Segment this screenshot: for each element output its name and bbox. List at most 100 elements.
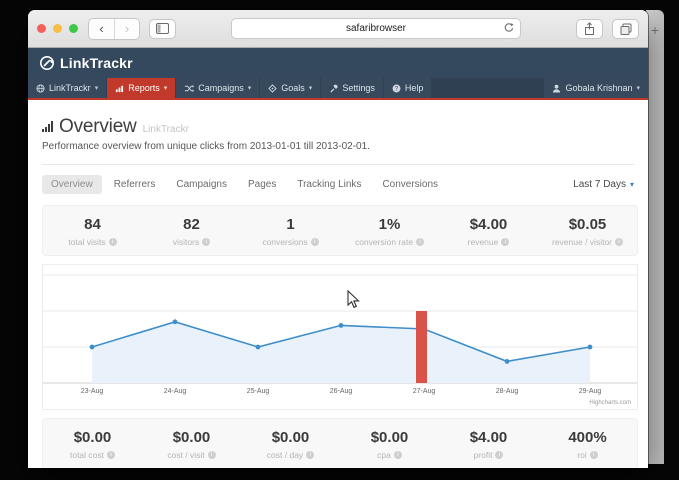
stat-label: conversion rate	[355, 237, 413, 247]
reload-icon	[503, 22, 515, 34]
stat-label: cost / visit	[167, 450, 204, 460]
user-name: Gobala Krishnan	[565, 83, 632, 93]
stats-panel-top: 84 total visitsi 82 visitorsi 1 conversi…	[42, 205, 638, 256]
nav-item-goals[interactable]: Goals ▾	[260, 78, 320, 98]
background-window-edge: +	[646, 10, 664, 464]
stat-value: 1	[241, 215, 340, 234]
page-subtitle: Performance overview from unique clicks …	[42, 141, 634, 152]
info-icon[interactable]: i	[306, 451, 314, 459]
nav-label: Settings	[342, 83, 375, 93]
reload-button[interactable]	[503, 22, 515, 37]
linktrackr-logo-icon[interactable]	[39, 55, 55, 71]
stat-conversions: 1 conversionsi	[241, 215, 340, 247]
data-point	[505, 359, 510, 364]
visits-chart[interactable]: 23-Aug24-Aug25-Aug26-Aug27-Aug28-Aug29-A…	[42, 264, 638, 410]
page-heading: Overview LinkTrackr Performance overview…	[28, 100, 648, 165]
globe-icon	[36, 84, 45, 93]
screenshot-stage: + ‹ › safaribrowser	[0, 0, 679, 480]
help-icon: ?	[392, 84, 401, 93]
window-controls	[37, 24, 78, 33]
info-icon[interactable]: i	[311, 238, 319, 246]
stats-panel-bottom: $0.00 total costi $0.00 cost / visiti $0…	[42, 418, 638, 468]
address-bar[interactable]: safaribrowser	[231, 18, 521, 39]
nav-item-campaigns[interactable]: Campaigns ▾	[176, 78, 259, 98]
info-icon[interactable]: i	[615, 238, 623, 246]
stat-cost-visit: $0.00 cost / visit i	[142, 428, 241, 460]
info-icon[interactable]: i	[394, 451, 402, 459]
nav-item-reports[interactable]: Reports ▾	[107, 78, 175, 98]
nav-item-settings[interactable]: Settings	[321, 78, 383, 98]
stat-label: total visits	[68, 237, 105, 247]
x-axis-label: 28-Aug	[496, 388, 519, 395]
info-icon[interactable]: i	[109, 238, 117, 246]
info-icon[interactable]: i	[416, 238, 424, 246]
stat-label: total cost	[70, 450, 104, 460]
stat-value: $0.00	[340, 428, 439, 447]
x-axis-label: 27-Aug	[413, 388, 436, 395]
area-fill	[92, 322, 590, 383]
sidebar-toggle-button[interactable]	[149, 19, 176, 39]
x-axis-label: 24-Aug	[164, 388, 187, 395]
stat-total-visits: 84 total visitsi	[43, 215, 142, 247]
caret-down-icon: ▾	[630, 180, 634, 189]
bar-chart-icon	[115, 84, 124, 93]
logo-text[interactable]: LinkTrackr	[60, 55, 133, 71]
stat-visitors: 82 visitorsi	[142, 215, 241, 247]
minimize-window-button[interactable]	[53, 24, 62, 33]
data-point	[173, 319, 178, 324]
data-point	[90, 345, 95, 350]
forward-button[interactable]: ›	[114, 19, 139, 39]
goal-icon	[268, 84, 277, 93]
nav-label: Campaigns	[198, 83, 244, 93]
new-tab-plus-button[interactable]: +	[646, 22, 664, 38]
data-point	[256, 345, 261, 350]
date-range-label: Last 7 Days	[573, 179, 626, 190]
close-window-button[interactable]	[37, 24, 46, 33]
stat-revenue: $4.00 revenuei	[439, 215, 538, 247]
caret-down-icon: ▾	[309, 84, 313, 92]
stat-value: $0.00	[142, 428, 241, 447]
area-chart[interactable]: 23-Aug24-Aug25-Aug26-Aug27-Aug28-Aug29-A…	[43, 265, 637, 411]
stat-value: 400%	[538, 428, 637, 447]
user-menu[interactable]: Gobala Krishnan ▾	[544, 78, 648, 98]
data-point	[588, 345, 593, 350]
user-icon	[552, 84, 561, 93]
tab-campaigns[interactable]: Campaigns	[167, 175, 236, 194]
info-icon[interactable]: i	[495, 451, 503, 459]
nav-item-help[interactable]: ? Help	[384, 78, 432, 98]
tab-tracking-links[interactable]: Tracking Links	[288, 175, 370, 194]
show-all-tabs-button[interactable]	[612, 19, 639, 39]
x-axis-label: 23-Aug	[81, 388, 104, 395]
stat-value: 82	[142, 215, 241, 234]
info-icon[interactable]: i	[501, 238, 509, 246]
zoom-window-button[interactable]	[69, 24, 78, 33]
stat-label: revenue / visitor	[552, 237, 612, 247]
stat-value: $0.00	[241, 428, 340, 447]
site-header: LinkTrackr	[28, 48, 648, 78]
tab-referrers[interactable]: Referrers	[105, 175, 165, 194]
page-title: Overview	[59, 116, 137, 138]
svg-text:?: ?	[395, 85, 399, 92]
stat-value: $4.00	[439, 215, 538, 234]
stat-value: 1%	[340, 215, 439, 234]
info-icon[interactable]: i	[590, 451, 598, 459]
x-axis-label: 25-Aug	[247, 388, 270, 395]
tab-pages[interactable]: Pages	[239, 175, 285, 194]
info-icon[interactable]: i	[107, 451, 115, 459]
nav-item-linktrackr[interactable]: LinkTrackr ▾	[28, 78, 106, 98]
report-tabs: Overview Referrers Campaigns Pages Track…	[28, 165, 648, 202]
wrench-icon	[329, 84, 338, 93]
info-icon[interactable]: i	[202, 238, 210, 246]
sidebar-icon	[156, 23, 169, 34]
highcharts-credit[interactable]: Highcharts.com	[589, 400, 631, 406]
tab-conversions[interactable]: Conversions	[373, 175, 447, 194]
date-range-dropdown[interactable]: Last 7 Days ▾	[573, 179, 634, 190]
stat-label: cost / day	[267, 450, 303, 460]
browser-toolbar: ‹ › safaribrowser	[28, 10, 648, 48]
back-button[interactable]: ‹	[89, 19, 114, 39]
tab-overview[interactable]: Overview	[42, 175, 102, 194]
share-button[interactable]	[576, 19, 603, 39]
stat-value: $4.00	[439, 428, 538, 447]
stat-label: profit	[474, 450, 493, 460]
info-icon[interactable]: i	[208, 451, 216, 459]
